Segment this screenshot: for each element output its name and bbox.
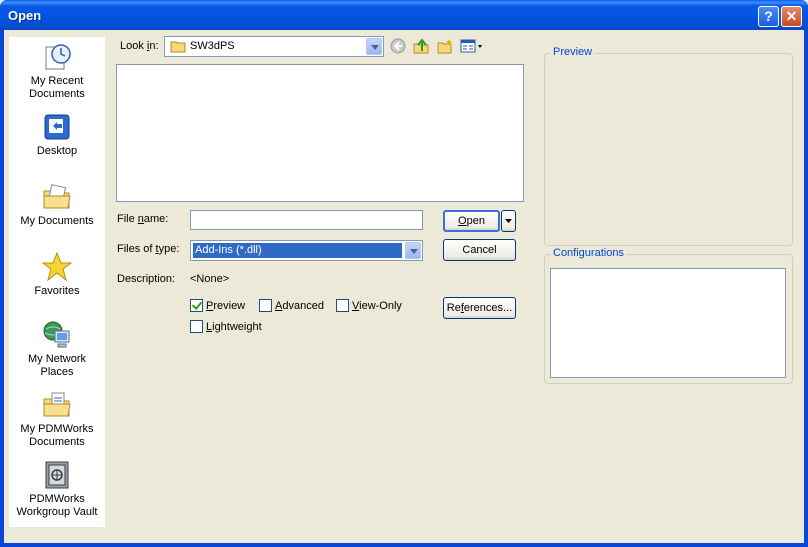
place-my-recent-documents[interactable]: My Recent Documents (9, 41, 105, 101)
place-my-documents[interactable]: My Documents (9, 181, 105, 228)
place-desktop[interactable]: Desktop (9, 111, 105, 158)
favorites-star-icon (41, 251, 73, 282)
preview-checkbox[interactable] (190, 299, 203, 312)
pdmworks-vault-icon (45, 461, 69, 489)
place-my-pdmworks-documents[interactable]: My PDMWorks Documents (9, 389, 105, 449)
view-only-checkbox-label[interactable]: View-Only (352, 300, 402, 312)
chevron-down-icon[interactable] (405, 242, 421, 259)
place-label-line2: Documents (29, 436, 85, 448)
preview-checkbox-label[interactable]: Preview (206, 300, 245, 312)
place-label-line2: Documents (29, 88, 85, 100)
place-favorites[interactable]: Favorites (9, 251, 105, 298)
open-dialog-window: Open ? ✕ My Recent Documents Desktop My … (0, 0, 808, 547)
description-label: Description: (117, 273, 176, 285)
advanced-checkbox[interactable] (259, 299, 272, 312)
help-button[interactable]: ? (758, 6, 779, 27)
window-title: Open (8, 8, 42, 23)
configurations-list[interactable] (550, 268, 786, 378)
file-name-input[interactable] (190, 210, 423, 230)
preview-panel: Preview (544, 46, 793, 246)
up-one-level-icon[interactable] (413, 38, 429, 54)
view-only-checkbox[interactable] (336, 299, 349, 312)
files-of-type-label: Files of type: (117, 243, 180, 255)
preview-panel-title: Preview (551, 46, 595, 58)
desktop-icon (44, 114, 70, 140)
file-list-view[interactable] (116, 64, 524, 202)
advanced-checkbox-label[interactable]: Advanced (275, 300, 324, 312)
open-options-button[interactable] (501, 210, 516, 232)
look-in-dropdown[interactable]: SW3dPS (164, 36, 384, 57)
open-button[interactable]: Open (443, 210, 500, 232)
look-in-label: Look in: (120, 40, 159, 52)
files-of-type-dropdown[interactable]: Add-Ins (*.dll) (190, 240, 423, 261)
description-value: <None> (190, 273, 230, 285)
place-label-line2: Workgroup Vault (16, 506, 98, 518)
configurations-panel: Configurations (544, 247, 793, 384)
back-icon[interactable] (390, 38, 406, 54)
lightweight-checkbox[interactable] (190, 320, 203, 333)
folder-icon (170, 41, 186, 53)
close-button[interactable]: ✕ (781, 6, 802, 27)
place-my-network-places[interactable]: My Network Places (9, 319, 105, 379)
place-label-line1: Desktop (36, 145, 78, 157)
place-label-line1: My PDMWorks (20, 423, 94, 435)
new-folder-icon[interactable] (437, 38, 453, 54)
place-pdmworks-workgroup-vault[interactable]: PDMWorks Workgroup Vault (9, 459, 105, 519)
network-places-icon (43, 321, 70, 348)
dialog-client-area: My Recent Documents Desktop My Documents (4, 30, 804, 543)
cancel-button[interactable]: Cancel (443, 239, 516, 261)
place-label-line1: PDMWorks (29, 493, 85, 505)
view-menu-icon[interactable] (460, 38, 484, 54)
lightweight-checkbox-label[interactable]: Lightweight (206, 321, 262, 333)
chevron-down-icon (505, 219, 512, 223)
recent-documents-icon (45, 44, 71, 70)
title-bar[interactable]: Open ? ✕ (0, 0, 808, 30)
references-button[interactable]: References... (443, 297, 516, 319)
place-label-line1: My Documents (20, 215, 94, 227)
place-label-line1: My Recent (30, 75, 84, 87)
my-documents-icon (43, 184, 71, 209)
chevron-down-icon[interactable] (366, 38, 382, 55)
configurations-panel-title: Configurations (551, 247, 626, 259)
place-label-line1: Favorites (34, 285, 80, 297)
look-in-value: SW3dPS (190, 40, 235, 52)
files-of-type-value: Add-Ins (*.dll) (193, 243, 402, 258)
file-name-label: File name: (117, 213, 169, 225)
places-bar: My Recent Documents Desktop My Documents (9, 37, 105, 527)
pdmworks-documents-icon (43, 392, 71, 417)
place-label-line2: Places (40, 366, 74, 378)
place-label-line1: My Network (27, 353, 87, 365)
